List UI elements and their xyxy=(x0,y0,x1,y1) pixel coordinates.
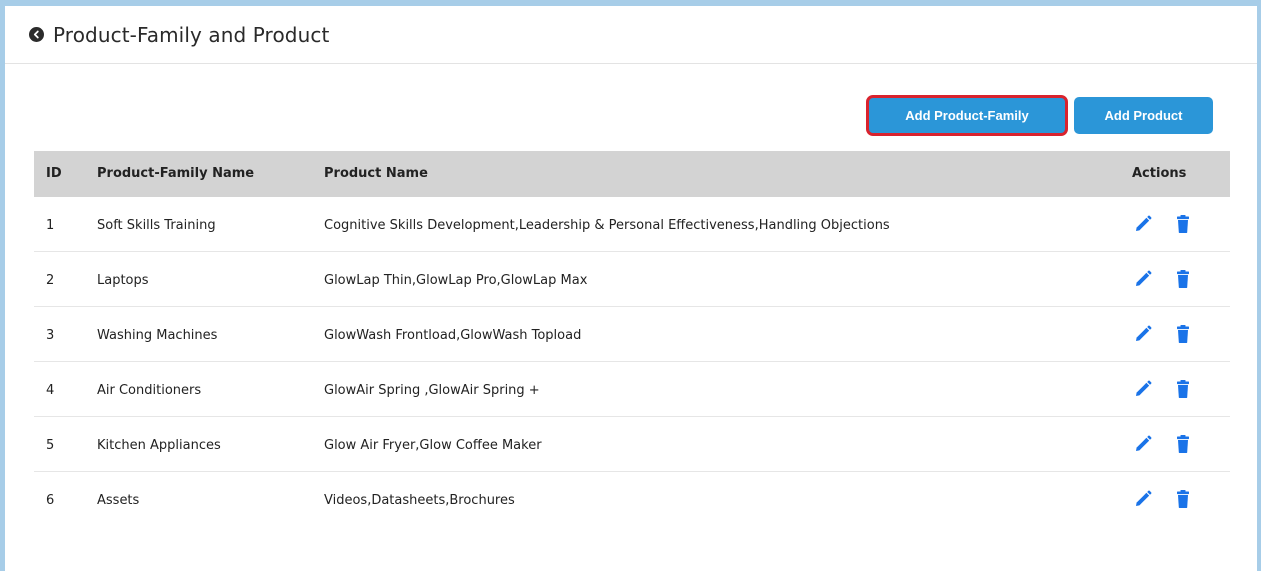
delete-trash-icon[interactable] xyxy=(1173,324,1193,344)
cell-product-name: GlowLap Thin,GlowLap Pro,GlowLap Max xyxy=(324,273,588,288)
cell-family-name: Assets xyxy=(97,493,140,508)
page-title: Product-Family and Product xyxy=(53,22,330,47)
row-actions xyxy=(1133,434,1193,454)
column-header-product: Product Name xyxy=(324,166,428,181)
row-actions xyxy=(1133,324,1193,344)
row-actions xyxy=(1133,489,1193,509)
cell-product-name: GlowWash Frontload,GlowWash Topload xyxy=(324,328,582,343)
cell-product-name: GlowAir Spring ,GlowAir Spring + xyxy=(324,383,540,398)
table-row: 4 Air Conditioners GlowAir Spring ,GlowA… xyxy=(34,362,1230,417)
table-row: 6 Assets Videos,Datasheets,Brochures xyxy=(34,472,1230,527)
edit-pencil-icon[interactable] xyxy=(1133,324,1153,344)
column-header-id: ID xyxy=(46,166,62,181)
delete-trash-icon[interactable] xyxy=(1173,489,1193,509)
table-body: 1 Soft Skills Training Cognitive Skills … xyxy=(34,197,1230,527)
table-row: 1 Soft Skills Training Cognitive Skills … xyxy=(34,197,1230,252)
cell-id: 3 xyxy=(46,328,55,343)
cell-product-name: Cognitive Skills Development,Leadership … xyxy=(324,218,890,233)
cell-family-name: Laptops xyxy=(97,273,149,288)
edit-pencil-icon[interactable] xyxy=(1133,214,1153,234)
page-header: Product-Family and Product xyxy=(5,6,1257,64)
table-row: 3 Washing Machines GlowWash Frontload,Gl… xyxy=(34,307,1230,362)
edit-pencil-icon[interactable] xyxy=(1133,269,1153,289)
row-actions xyxy=(1133,269,1193,289)
cell-id: 2 xyxy=(46,273,55,288)
back-arrow-circle-icon[interactable] xyxy=(29,27,44,42)
row-actions xyxy=(1133,214,1193,234)
cell-family-name: Soft Skills Training xyxy=(97,218,216,233)
table-header: ID Product-Family Name Product Name Acti… xyxy=(34,151,1230,197)
edit-pencil-icon[interactable] xyxy=(1133,434,1153,454)
add-product-family-button[interactable]: Add Product-Family xyxy=(866,95,1068,136)
cell-id: 4 xyxy=(46,383,55,398)
cell-id: 5 xyxy=(46,438,55,453)
edit-pencil-icon[interactable] xyxy=(1133,379,1153,399)
table-row: 5 Kitchen Appliances Glow Air Fryer,Glow… xyxy=(34,417,1230,472)
cell-id: 6 xyxy=(46,493,55,508)
product-family-table: ID Product-Family Name Product Name Acti… xyxy=(34,151,1230,527)
delete-trash-icon[interactable] xyxy=(1173,214,1193,234)
delete-trash-icon[interactable] xyxy=(1173,434,1193,454)
column-header-actions: Actions xyxy=(1132,166,1187,181)
cell-product-name: Videos,Datasheets,Brochures xyxy=(324,493,515,508)
delete-trash-icon[interactable] xyxy=(1173,379,1193,399)
app-window: Product-Family and Product Add Product-F… xyxy=(0,0,1261,571)
edit-pencil-icon[interactable] xyxy=(1133,489,1153,509)
cell-id: 1 xyxy=(46,218,55,233)
column-header-family: Product-Family Name xyxy=(97,166,255,181)
cell-product-name: Glow Air Fryer,Glow Coffee Maker xyxy=(324,438,542,453)
cell-family-name: Kitchen Appliances xyxy=(97,438,221,453)
row-actions xyxy=(1133,379,1193,399)
cell-family-name: Air Conditioners xyxy=(97,383,202,398)
table-row: 2 Laptops GlowLap Thin,GlowLap Pro,GlowL… xyxy=(34,252,1230,307)
cell-family-name: Washing Machines xyxy=(97,328,218,343)
delete-trash-icon[interactable] xyxy=(1173,269,1193,289)
add-product-button[interactable]: Add Product xyxy=(1074,97,1213,134)
